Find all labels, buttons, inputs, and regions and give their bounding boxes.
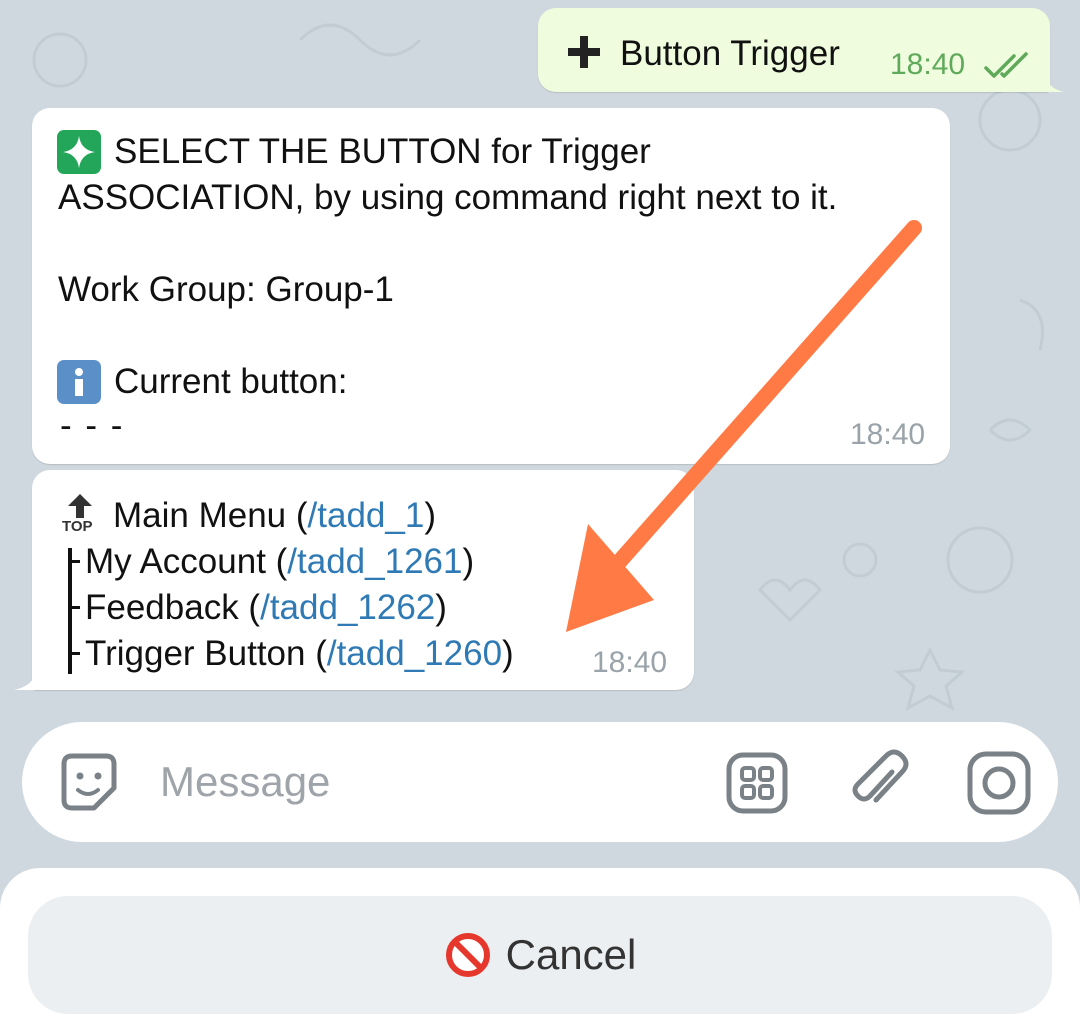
menu-row-feedback: Feedback (/tadd_1262) [85, 588, 447, 627]
tree-lines [68, 548, 80, 674]
menu-row-my-account: My Account (/tadd_1261) [85, 542, 475, 581]
sparkle-icon [57, 130, 101, 174]
command-link[interactable]: /tadd_1 [308, 496, 425, 535]
outgoing-message-bubble[interactable]: Button Trigger 18:40 [538, 8, 1064, 92]
bot-commands-icon[interactable] [724, 750, 790, 816]
prohibited-icon [445, 933, 490, 977]
command-link[interactable]: /tadd_1262 [260, 588, 435, 627]
command-link[interactable]: /tadd_1260 [327, 634, 502, 673]
message-input[interactable]: Message [160, 758, 330, 806]
current-button-value: - - - [60, 406, 125, 445]
menu-row-main-menu: Main Menu (/tadd_1) [113, 496, 436, 535]
message-line: SELECT THE BUTTON for Trigger [114, 132, 651, 171]
message-time: 18:40 [850, 418, 926, 451]
cancel-button[interactable]: Cancel [28, 896, 1052, 1014]
cancel-label: Cancel [505, 931, 637, 978]
command-link[interactable]: /tadd_1261 [287, 542, 462, 581]
message-time: 18:40 [592, 646, 668, 679]
double-check-icon [984, 52, 1028, 78]
menu-row-trigger-button: Trigger Button (/tadd_1260) [85, 634, 514, 673]
current-button-label: Current button: [114, 362, 348, 401]
bubble-tail [1042, 70, 1064, 92]
plus-icon [568, 36, 600, 68]
bubble-tail [14, 668, 38, 690]
top-arrow-icon: TOP [62, 492, 98, 538]
incoming-message-bubble[interactable]: SELECT THE BUTTON for Trigger ASSOCIATIO… [32, 108, 950, 464]
camera-icon[interactable] [966, 750, 1032, 816]
work-group-text: Work Group: Group-1 [58, 270, 394, 309]
paperclip-icon[interactable] [848, 748, 914, 818]
message-time: 18:40 [890, 48, 966, 81]
incoming-message-bubble[interactable]: TOP Main Menu (/tadd_1) My Account (/tad… [14, 470, 694, 690]
top-icon-text: TOP [62, 518, 93, 535]
sticker-icon[interactable] [56, 750, 122, 816]
message-line: ASSOCIATION, by using command right next… [58, 178, 838, 217]
info-icon [57, 360, 101, 404]
outgoing-message-text: Button Trigger [620, 34, 840, 73]
